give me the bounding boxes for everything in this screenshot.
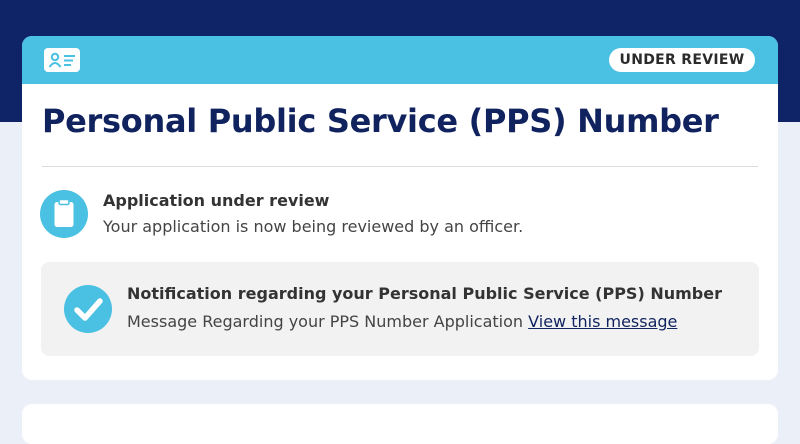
notification-box: Notification regarding your Personal Pub… <box>41 262 759 356</box>
card-header: UNDER REVIEW <box>22 36 778 84</box>
notification-title: Notification regarding your Personal Pub… <box>127 284 722 303</box>
application-card: UNDER REVIEW Personal Public Service (PP… <box>22 36 778 380</box>
clipboard-icon <box>40 190 88 238</box>
page-title: Personal Public Service (PPS) Number <box>42 102 719 140</box>
divider <box>42 166 758 167</box>
next-card <box>22 404 778 444</box>
view-message-link[interactable]: View this message <box>528 312 677 331</box>
review-description: Your application is now being reviewed b… <box>103 217 524 236</box>
review-status: Application under review Your applicatio… <box>40 190 740 240</box>
status-badge: UNDER REVIEW <box>609 48 755 72</box>
review-title: Application under review <box>103 191 330 210</box>
notification-text: Message Regarding your PPS Number Applic… <box>127 312 677 331</box>
id-card-icon <box>44 48 80 72</box>
notification-message: Message Regarding your PPS Number Applic… <box>127 312 524 331</box>
check-circle-icon <box>64 285 112 333</box>
